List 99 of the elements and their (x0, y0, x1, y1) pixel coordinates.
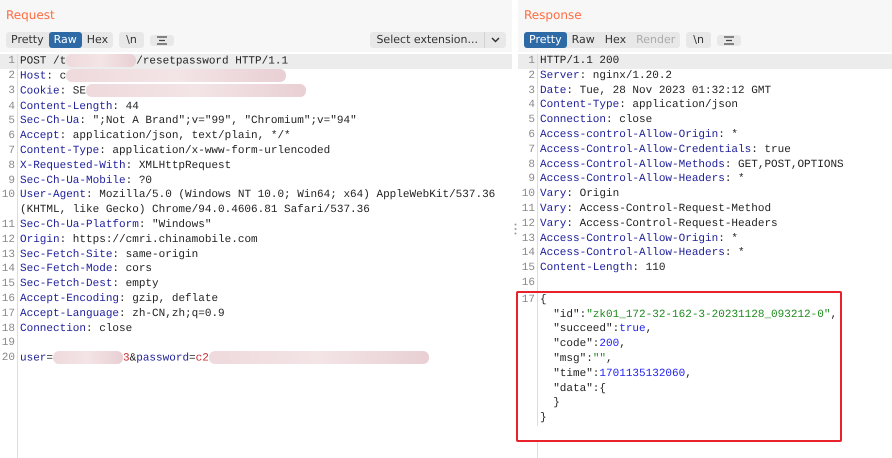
line-number: 2 (0, 69, 18, 84)
code-line: Sec-Fetch-Mode: cors (19, 262, 152, 278)
code-line: Sec-Ch-Ua-Mobile: ?0 (19, 174, 152, 188)
code-line: Accept-Encoding: gzip, deflate (19, 292, 218, 307)
line-number: 11 (0, 218, 18, 233)
code-line: Sec-Ch-Ua: ";Not A Brand";v="99", "Chromium";v="94" (19, 114, 357, 130)
line-number: 9 (0, 174, 18, 188)
line-number: 19 (0, 336, 18, 352)
line-number: 7 (518, 142, 538, 158)
line-number: 12 (518, 216, 538, 232)
line-number: 6 (518, 128, 538, 143)
wrap-options-button[interactable] (716, 34, 741, 46)
view-tab[interactable]: Pretty (524, 32, 567, 48)
line-number: 15 (518, 261, 538, 276)
line-number: 14 (0, 262, 18, 278)
line-number: 4 (0, 100, 18, 114)
line-number: 20 (0, 351, 18, 366)
line-number: 9 (518, 172, 538, 188)
code-line: "id":"zk01_172-32-162-3-20231128_093212-0", (552, 308, 838, 322)
pane-title: Request (6, 7, 55, 24)
code-line: User-Agent: Mozilla/5.0 (Windows NT 10.0; Win64; x64) AppleWebKit/537.36 (19, 188, 496, 204)
code-line: { (539, 292, 547, 308)
code-line: Host: c (18, 69, 286, 84)
code-line: Sec-Fetch-Site: same-origin (19, 248, 198, 262)
code-line: Connection: close (19, 322, 132, 336)
line-number: 3 (0, 84, 18, 100)
code-line: Accept-Language: zh-CN,zh;q=0.9 (19, 306, 225, 322)
code-line: Content-Length: 110 (539, 261, 666, 276)
code-line: } (552, 396, 560, 412)
code-line: } (539, 411, 547, 426)
code-line: HTTP/1.1 200 (539, 54, 620, 69)
menu-icon (156, 36, 167, 44)
line-number: 3 (518, 84, 538, 98)
view-tab[interactable]: Hex (600, 32, 632, 48)
menu-icon (724, 36, 734, 44)
line-number: 15 (0, 277, 18, 292)
line-number: 12 (0, 232, 18, 248)
line-number: 2 (518, 68, 538, 84)
code-line: Content-Length: 44 (19, 100, 139, 114)
line-number: 10 (518, 187, 538, 202)
code-line: Vary: Access-Control-Request-Headers (539, 216, 778, 232)
code-line: Sec-Ch-Ua-Platform: "Windows" (19, 218, 212, 233)
code-line: Cookie: SE (18, 84, 306, 100)
code-line: "time":1701135132060, (552, 366, 692, 382)
chevron-down-icon[interactable] (491, 37, 500, 43)
code-line: Content-Type: application/json (539, 98, 738, 114)
code-line: Access-control-Allow-Origin: * (539, 128, 738, 143)
code-line: "msg":"", (552, 352, 613, 367)
code-line: Accept: application/json, text/plain, */* (19, 129, 291, 144)
line-number: 1 (518, 54, 538, 69)
code-line: Content-Type: application/x-www-form-urlencoded (19, 144, 330, 159)
code-line: (KHTML, like Gecko) Chrome/94.0.4606.81 Safari/537.36 (19, 203, 370, 218)
resize-handle-icon[interactable] (514, 223, 516, 235)
line-number: 17 (0, 306, 18, 322)
code-line: user= 3&password=c2 (18, 351, 429, 366)
code-line: X-Requested-With: XMLHttpRequest (19, 158, 232, 174)
code-line: Access-Control-Allow-Headers: * (539, 172, 745, 188)
line-number: 14 (518, 246, 538, 262)
code-line: Date: Tue, 28 Nov 2023 01:32:12 GMT (539, 84, 772, 98)
line-number: 10 (0, 188, 18, 204)
code-line: Access-Control-Allow-Credentials: true (539, 142, 791, 158)
line-number: 13 (0, 248, 18, 262)
pane-title: Response (524, 7, 582, 24)
line-number: 11 (518, 202, 538, 217)
line-number: 7 (0, 144, 18, 159)
line-number: 5 (0, 114, 18, 130)
line-number: 1 (0, 54, 18, 70)
code-line: Vary: Origin (539, 187, 620, 202)
code-line: Access-Control-Allow-Methods: GET,POST,OPTIONS (539, 158, 844, 172)
wrap-options-button[interactable] (150, 34, 174, 46)
code-line: Vary: Access-Control-Request-Method (539, 202, 772, 217)
line-number: 16 (518, 276, 538, 291)
newline-button[interactable]: \n (119, 32, 144, 48)
line-number: 5 (518, 113, 538, 128)
view-tab[interactable]: Pretty (6, 32, 49, 48)
code-line: "code":200, (552, 337, 626, 352)
line-number: 16 (0, 292, 18, 307)
view-tab[interactable]: Raw (566, 32, 600, 48)
view-tab[interactable]: Raw (48, 32, 82, 48)
code-line: "data":{ (552, 382, 606, 396)
code-line: "succeed":true, (552, 322, 652, 338)
redaction-blur (53, 351, 124, 364)
code-line: Server: nginx/1.20.2 (539, 68, 672, 84)
code-line: POST /t /resetpassword HTTP/1.1 (19, 54, 288, 70)
view-tab[interactable]: Hex (82, 32, 114, 48)
line-number: 13 (518, 232, 538, 246)
code-line: Origin: https://cmri.chinamobile.com (19, 232, 258, 248)
code-line: Access-Control-Allow-Origin: * (539, 232, 738, 246)
line-number: 18 (0, 322, 18, 336)
line-number: 8 (518, 158, 538, 172)
redaction-blur (66, 54, 136, 67)
line-number: 17 (518, 292, 538, 308)
line-number: 6 (0, 129, 18, 144)
code-line: Connection: close (539, 113, 652, 128)
code-line: Access-Control-Allow-Headers: * (539, 246, 745, 262)
line-number: 8 (0, 158, 18, 174)
code-line: Sec-Fetch-Dest: empty (19, 277, 159, 292)
line-number: 4 (518, 98, 538, 114)
newline-button[interactable]: \n (686, 32, 711, 48)
